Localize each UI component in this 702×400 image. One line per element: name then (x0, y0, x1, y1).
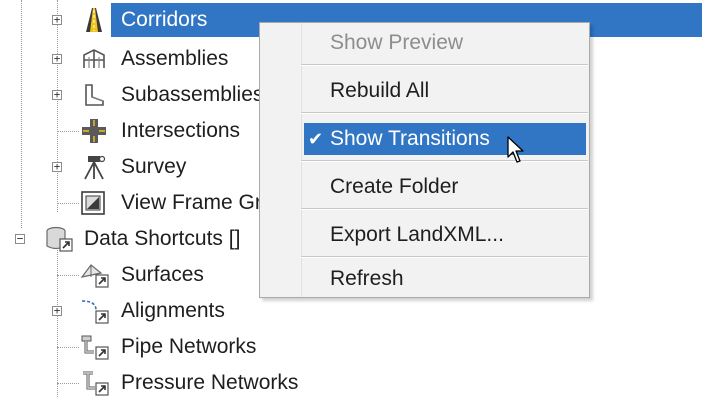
menu-item-create-folder[interactable]: Create Folder (301, 171, 587, 203)
corridor-icon (86, 8, 102, 32)
menu-item-refresh[interactable]: Refresh (301, 263, 587, 295)
tree-item-label: View Frame Gr (121, 191, 262, 214)
tree-item-assemblies[interactable]: + Assemblies (0, 42, 262, 76)
alignment-shortcut-icon (81, 300, 109, 324)
tree-item-intersections[interactable]: Intersections (0, 114, 262, 148)
view-frame-icon (81, 191, 105, 215)
tree-item-data-shortcuts[interactable]: − Data Shortcuts [] (0, 222, 262, 256)
tree-item-surfaces[interactable]: Surfaces (0, 258, 262, 292)
tree-item-label: Pressure Networks (121, 371, 299, 394)
tree-item-alignments[interactable]: + Alignments (0, 294, 262, 328)
menu-item-export-landxml[interactable]: Export LandXML... (301, 219, 587, 251)
expand-toggle[interactable]: + (52, 161, 62, 172)
tree-item-survey[interactable]: + Survey (0, 150, 262, 184)
subassembly-icon (85, 84, 104, 106)
menu-item-show-transitions[interactable]: ✔ Show Transitions (304, 123, 586, 155)
expand-toggle[interactable]: + (52, 305, 62, 316)
expand-toggle[interactable]: + (52, 14, 62, 25)
menu-separator (301, 256, 588, 258)
tree-item-label: Data Shortcuts [] (84, 227, 241, 250)
menu-separator (301, 112, 588, 114)
mouse-cursor-icon (507, 136, 524, 163)
intersection-icon (82, 119, 106, 143)
menu-item-label: Show Transitions (330, 127, 490, 150)
surface-shortcut-icon (80, 264, 109, 288)
tree-item-label: Surfaces (121, 263, 204, 286)
pipe-network-shortcut-icon (81, 335, 109, 360)
menu-item-rebuild-all[interactable]: Rebuild All (301, 75, 587, 107)
menu-item-show-preview[interactable]: Show Preview (301, 27, 587, 59)
tree-item-label: Survey (121, 155, 187, 178)
tree-item-label: Intersections (121, 119, 241, 142)
tree-item-pipe-networks[interactable]: Pipe Networks (0, 330, 280, 364)
survey-icon (84, 155, 106, 180)
menu-item-label: Export LandXML... (330, 223, 504, 246)
tree-item-label: Corridors (121, 8, 208, 31)
tree-item-label: Subassemblies (121, 83, 264, 106)
expand-toggle[interactable]: + (52, 89, 62, 100)
expand-toggle[interactable]: + (52, 53, 62, 64)
tree-item-subassemblies[interactable]: + Subassemblies (0, 78, 264, 112)
collapse-toggle[interactable]: − (15, 233, 25, 244)
tree-item-label: Assemblies (121, 47, 229, 70)
tree-item-label: Pipe Networks (121, 335, 257, 358)
assembly-icon (83, 49, 105, 68)
context-menu: Show Preview Rebuild All ✔ Show Transiti… (259, 22, 590, 298)
menu-item-label: Show Preview (330, 31, 464, 54)
menu-item-label: Rebuild All (330, 79, 430, 102)
tree-item-label: Alignments (121, 299, 225, 322)
tree-item-pressure-networks[interactable]: Pressure Networks (0, 366, 310, 400)
data-shortcuts-icon (46, 226, 73, 252)
menu-separator (301, 64, 588, 66)
menu-icon-gutter (260, 23, 302, 297)
menu-item-label: Create Folder (330, 175, 459, 198)
pressure-network-shortcut-icon (83, 371, 109, 396)
menu-item-label: Refresh (330, 267, 404, 290)
tree-item-view-frame-groups[interactable]: View Frame Gr (0, 186, 262, 220)
menu-separator (301, 208, 588, 210)
checkmark-icon: ✔ (308, 129, 324, 149)
menu-separator (301, 160, 588, 162)
